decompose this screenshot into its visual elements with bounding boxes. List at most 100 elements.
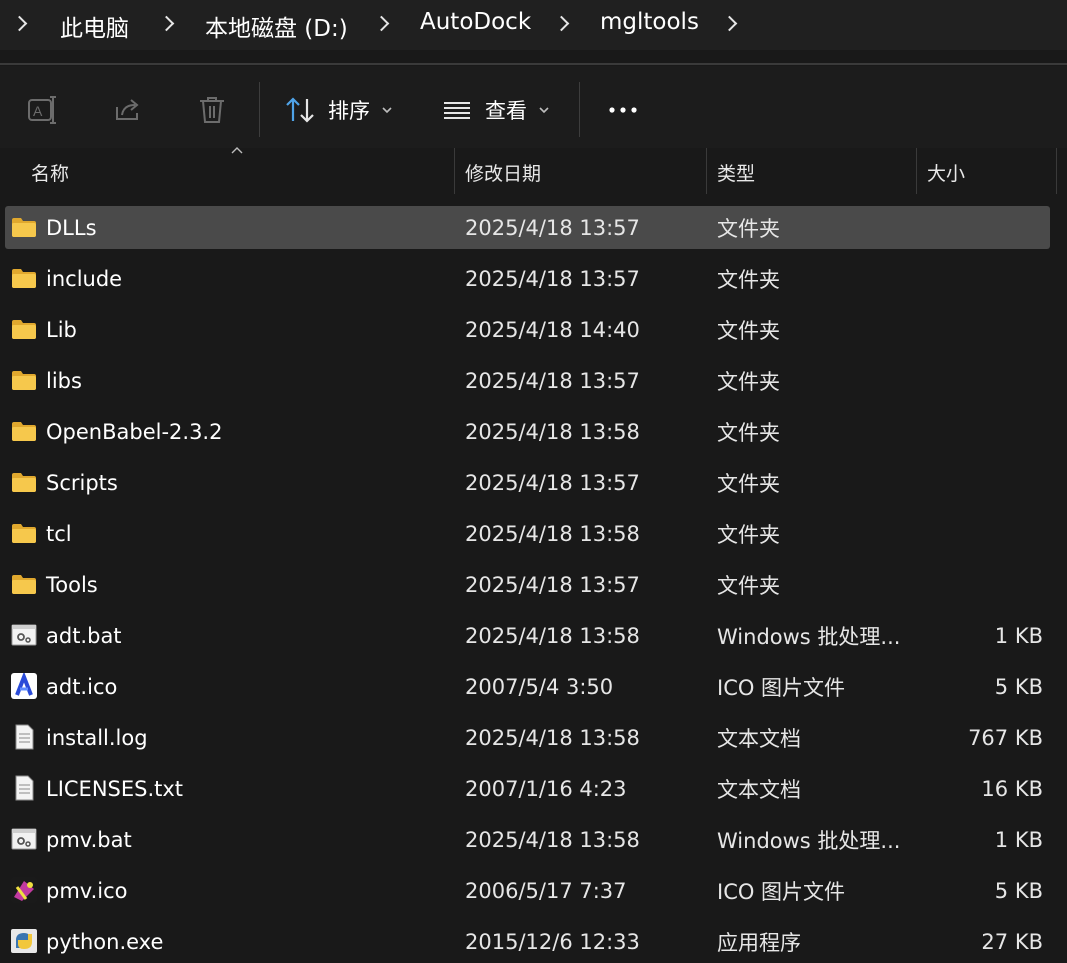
file-size: 5 KB	[994, 674, 1043, 699]
file-row[interactable]: LICENSES.txt 2007/1/16 4:23 文本文档 16 KB	[5, 767, 1050, 810]
file-type: Windows 批处理...	[717, 624, 901, 649]
breadcrumb-item-autodock[interactable]: AutoDock	[420, 9, 531, 35]
more-options-button[interactable]	[606, 92, 642, 128]
file-name: LICENSES.txt	[46, 776, 184, 801]
file-type: Windows 批处理...	[717, 828, 901, 853]
file-row[interactable]: pmv.bat 2025/4/18 13:58 Windows 批处理... 1 KB	[5, 818, 1050, 861]
file-type: 文本文档	[717, 726, 801, 751]
column-divider[interactable]	[916, 148, 917, 194]
column-header-size[interactable]: 大小	[927, 148, 965, 196]
file-modified-date: 2007/1/16 4:23	[465, 776, 627, 801]
file-modified-date: 2025/4/18 14:40	[465, 317, 640, 342]
chevron-right-icon[interactable]	[11, 15, 28, 32]
chevron-right-icon[interactable]	[721, 15, 738, 32]
file-type: 文件夹	[717, 318, 780, 343]
file-row[interactable]: python.exe 2015/12/6 12:33 应用程序 27 KB	[5, 920, 1050, 963]
file-type: 文本文档	[717, 777, 801, 802]
column-divider[interactable]	[706, 148, 707, 194]
more-icon	[609, 107, 637, 113]
file-row[interactable]: adt.bat 2025/4/18 13:58 Windows 批处理... 1 KB	[5, 614, 1050, 657]
file-modified-date: 2025/4/18 13:57	[465, 572, 640, 597]
file-row[interactable]: libs 2025/4/18 13:57 文件夹	[5, 359, 1050, 402]
sort-ascending-icon	[231, 147, 243, 154]
share-icon	[116, 99, 139, 120]
file-row[interactable]: pmv.ico 2006/5/17 7:37 ICO 图片文件 5 KB	[5, 869, 1050, 912]
file-name: pmv.bat	[46, 827, 132, 852]
sort-button[interactable]: 排序	[284, 92, 394, 128]
breadcrumb-item-drive-d[interactable]: 本地磁盘 (D:)	[205, 9, 348, 43]
breadcrumb-item-this-pc[interactable]: 此电脑	[60, 9, 129, 43]
file-row[interactable]: tcl 2025/4/18 13:58 文件夹	[5, 512, 1050, 555]
file-name: tcl	[46, 521, 72, 546]
file-name: install.log	[46, 725, 148, 750]
view-label: 查看	[485, 99, 527, 123]
view-button[interactable]: 查看	[441, 92, 551, 128]
file-name: adt.bat	[46, 623, 122, 648]
file-row[interactable]: OpenBabel-2.3.2 2025/4/18 13:58 文件夹	[5, 410, 1050, 453]
column-divider[interactable]	[1056, 148, 1057, 194]
file-modified-date: 2025/4/18 13:58	[465, 419, 640, 444]
file-row[interactable]: Lib 2025/4/18 14:40 文件夹	[5, 308, 1050, 351]
toolbar-divider	[259, 82, 260, 137]
file-size: 16 KB	[981, 776, 1043, 801]
breadcrumb-item-mgltools[interactable]: mgltools	[600, 9, 699, 35]
file-name: libs	[46, 368, 82, 393]
address-bar: 此电脑 本地磁盘 (D:) AutoDock mgltools	[0, 0, 1067, 50]
chevron-down-icon	[382, 107, 392, 114]
file-type: 文件夹	[717, 267, 780, 292]
chevron-right-icon[interactable]	[158, 15, 175, 32]
folder-icon	[10, 418, 38, 444]
file-modified-date: 2025/4/18 13:57	[465, 266, 640, 291]
column-header-type-label: 类型	[717, 162, 756, 185]
toolbar-divider	[579, 82, 580, 137]
file-row[interactable]: install.log 2025/4/18 13:58 文本文档 767 KB	[5, 716, 1050, 759]
column-header-type[interactable]: 类型	[717, 148, 755, 196]
file-row[interactable]: adt.ico 2007/5/4 3:50 ICO 图片文件 5 KB	[5, 665, 1050, 708]
file-row[interactable]: include 2025/4/18 13:57 文件夹	[5, 257, 1050, 300]
file-modified-date: 2025/4/18 13:57	[465, 215, 640, 240]
batch-file-icon	[10, 622, 38, 648]
column-header-date[interactable]: 修改日期	[465, 148, 541, 196]
folder-icon	[10, 520, 38, 546]
sort-icon	[286, 97, 314, 123]
file-type: 文件夹	[717, 420, 780, 445]
folder-icon	[10, 367, 38, 393]
sort-label: 排序	[328, 99, 370, 123]
chevron-right-icon[interactable]	[553, 15, 570, 32]
file-row[interactable]: Tools 2025/4/18 13:57 文件夹	[5, 563, 1050, 606]
text-file-icon	[10, 724, 38, 750]
column-header-name[interactable]: 名称	[31, 148, 69, 196]
column-header-name-label: 名称	[31, 162, 70, 185]
file-size: 1 KB	[994, 623, 1043, 648]
trash-icon	[200, 97, 224, 123]
file-modified-date: 2025/4/18 13:58	[465, 623, 640, 648]
file-modified-date: 2025/4/18 13:58	[465, 725, 640, 750]
file-name: Scripts	[46, 470, 118, 495]
rename-button[interactable]: A	[26, 92, 62, 128]
folder-icon	[10, 469, 38, 495]
file-type: 文件夹	[717, 522, 780, 547]
file-type: 文件夹	[717, 369, 780, 394]
folder-icon	[10, 316, 38, 342]
file-row[interactable]: DLLs 2025/4/18 13:57 文件夹	[5, 206, 1050, 249]
file-modified-date: 2025/4/18 13:58	[465, 827, 640, 852]
share-button[interactable]	[111, 92, 147, 128]
chevron-right-icon[interactable]	[373, 15, 390, 32]
file-name: OpenBabel-2.3.2	[46, 419, 223, 444]
file-name: Lib	[46, 317, 77, 342]
file-name: python.exe	[46, 929, 164, 954]
file-name: adt.ico	[46, 674, 118, 699]
file-type: ICO 图片文件	[717, 879, 846, 904]
file-name: include	[46, 266, 123, 291]
file-modified-date: 2006/5/17 7:37	[465, 878, 627, 903]
file-name: pmv.ico	[46, 878, 128, 903]
view-list-icon	[444, 102, 470, 119]
pmv-ico-icon	[10, 877, 38, 903]
delete-button[interactable]	[195, 92, 231, 128]
text-file-icon	[10, 775, 38, 801]
adt-ico-icon	[10, 671, 38, 699]
column-divider[interactable]	[454, 148, 455, 194]
file-name: Tools	[46, 572, 98, 597]
file-row[interactable]: Scripts 2025/4/18 13:57 文件夹	[5, 461, 1050, 504]
folder-icon	[10, 265, 38, 291]
